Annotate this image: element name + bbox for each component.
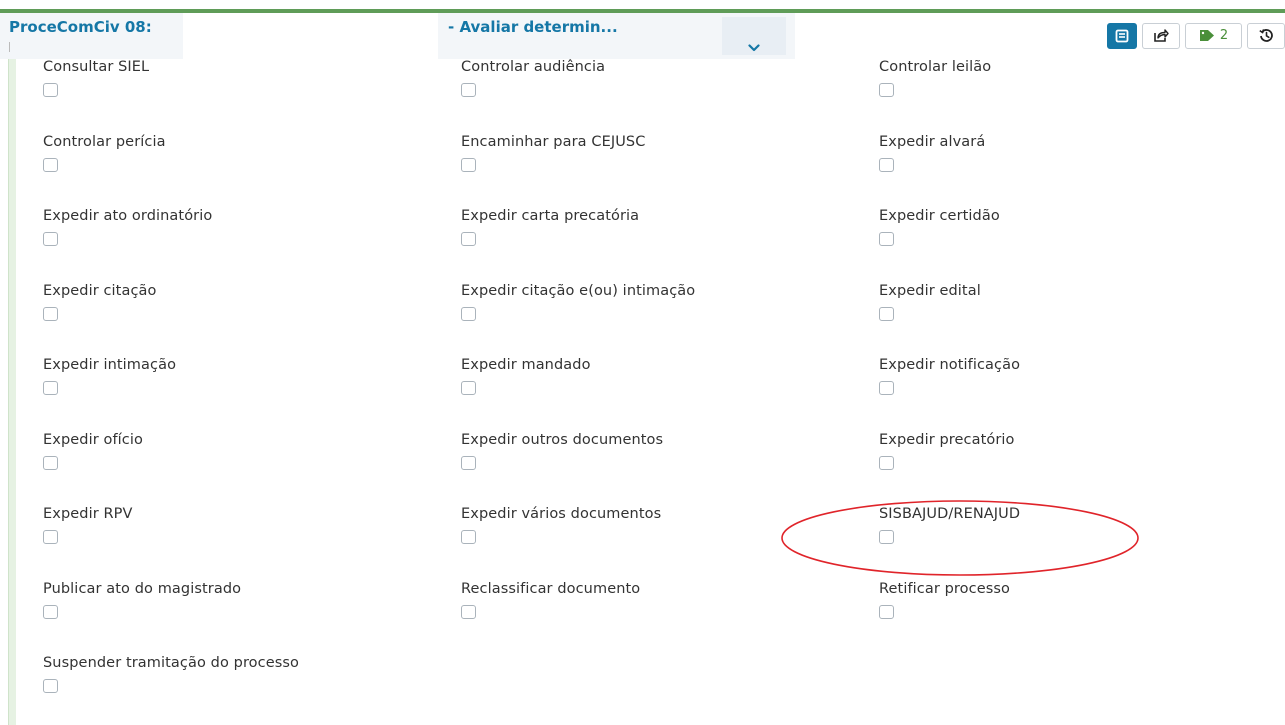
option-checkbox[interactable] (461, 307, 476, 321)
option-expedir-varios-documentos: Expedir vários documentos (461, 506, 841, 544)
option-checkbox[interactable] (461, 83, 476, 97)
option-label: Expedir ofício (43, 432, 143, 448)
option-expedir-rpv: Expedir RPV (43, 506, 423, 544)
option-checkbox[interactable] (879, 158, 894, 172)
history-button[interactable] (1247, 22, 1285, 49)
option-label: SISBAJUD/RENAJUD (879, 506, 1021, 522)
option-checkbox[interactable] (43, 158, 58, 172)
option-checkbox[interactable] (461, 381, 476, 395)
tags-button[interactable]: 2 (1185, 22, 1242, 49)
option-expedir-mandado: Expedir mandado (461, 357, 841, 395)
option-checkbox[interactable] (879, 605, 894, 619)
option-checkbox[interactable] (43, 456, 58, 470)
option-controlar-pericia: Controlar perícia (43, 134, 423, 172)
option-checkbox[interactable] (461, 158, 476, 172)
option-consultar-siel: Consultar SIEL (43, 59, 423, 97)
history-icon (1258, 29, 1273, 42)
option-expedir-precatorio: Expedir precatório (879, 432, 1259, 470)
option-publicar-ato-do-magistrado: Publicar ato do magistrado (43, 581, 423, 619)
share-button[interactable] (1142, 22, 1180, 49)
option-checkbox[interactable] (461, 605, 476, 619)
option-checkbox[interactable] (461, 232, 476, 246)
option-checkbox[interactable] (461, 530, 476, 544)
option-label: Expedir edital (879, 283, 981, 299)
redacted-area (183, 13, 438, 59)
option-expedir-citacao: Expedir citação (43, 283, 423, 321)
option-label: Retificar processo (879, 581, 1011, 597)
option-checkbox[interactable] (43, 381, 58, 395)
option-label: Controlar leilão (879, 59, 992, 75)
option-label: Expedir certidão (879, 208, 1000, 224)
task-title[interactable]: - Avaliar determin... (448, 18, 618, 36)
option-checkbox[interactable] (43, 530, 58, 544)
left-margin-bar (8, 59, 16, 725)
option-expedir-oficio: Expedir ofício (43, 432, 423, 470)
option-label: Consultar SIEL (43, 59, 150, 75)
option-label: Expedir outros documentos (461, 432, 664, 448)
option-label: Expedir citação e(ou) intimação (461, 283, 696, 299)
option-label: Expedir intimação (43, 357, 177, 373)
share-icon (1154, 29, 1169, 42)
option-reclassificar-documento: Reclassificar documento (461, 581, 841, 619)
expand-header-button[interactable] (722, 17, 786, 55)
option-expedir-carta-precatoria: Expedir carta precatória (461, 208, 841, 246)
option-expedir-alvara: Expedir alvará (879, 134, 1259, 172)
option-checkbox[interactable] (43, 83, 58, 97)
option-label: Expedir RPV (43, 506, 133, 522)
option-label: Reclassificar documento (461, 581, 641, 597)
option-encaminhar-para-cejusc: Encaminhar para CEJUSC (461, 134, 841, 172)
option-checkbox[interactable] (461, 456, 476, 470)
header-toolbar: 2 (1107, 21, 1285, 50)
tag-icon (1199, 30, 1214, 41)
option-checkbox[interactable] (879, 456, 894, 470)
option-checkbox[interactable] (43, 679, 58, 693)
option-checkbox[interactable] (43, 605, 58, 619)
option-checkbox[interactable] (43, 232, 58, 246)
option-label: Expedir notificação (879, 357, 1021, 373)
process-title[interactable]: ProceComCiv 08: (9, 18, 152, 36)
tags-count: 2 (1219, 28, 1229, 43)
option-label: Expedir mandado (461, 357, 591, 373)
chevron-down-icon (748, 44, 760, 52)
option-label: Expedir precatório (879, 432, 1015, 448)
option-label: Expedir alvará (879, 134, 986, 150)
option-expedir-outros-documentos: Expedir outros documentos (461, 432, 841, 470)
option-expedir-intimacao: Expedir intimação (43, 357, 423, 395)
option-label: Publicar ato do magistrado (43, 581, 242, 597)
option-checkbox[interactable] (43, 307, 58, 321)
option-label: Suspender tramitação do processo (43, 655, 300, 671)
option-label: Controlar perícia (43, 134, 166, 150)
document-icon (1115, 29, 1129, 42)
option-controlar-leilao: Controlar leilão (879, 59, 1259, 97)
option-checkbox[interactable] (879, 381, 894, 395)
option-checkbox[interactable] (879, 530, 894, 544)
option-label: Controlar audiência (461, 59, 606, 75)
option-expedir-edital: Expedir edital (879, 283, 1259, 321)
option-label: Expedir vários documentos (461, 506, 662, 522)
option-checkbox[interactable] (879, 232, 894, 246)
option-label: Expedir citação (43, 283, 157, 299)
option-expedir-notificacao: Expedir notificação (879, 357, 1259, 395)
option-controlar-audiencia: Controlar audiência (461, 59, 841, 97)
option-expedir-certidao: Expedir certidão (879, 208, 1259, 246)
option-label: Encaminhar para CEJUSC (461, 134, 646, 150)
option-retificar-processo: Retificar processo (879, 581, 1259, 619)
option-suspender-tramitacao-do-processo: Suspender tramitação do processo (43, 655, 423, 693)
header-divider (9, 42, 10, 52)
option-checkbox[interactable] (879, 83, 894, 97)
option-expedir-citacao-e-ou-intimacao: Expedir citação e(ou) intimação (461, 283, 841, 321)
option-label: Expedir carta precatória (461, 208, 640, 224)
option-label: Expedir ato ordinatório (43, 208, 213, 224)
option-checkbox[interactable] (879, 307, 894, 321)
option-expedir-ato-ordinatorio: Expedir ato ordinatório (43, 208, 423, 246)
option-sisbajud-renajud: SISBAJUD/RENAJUD (879, 506, 1259, 544)
details-button[interactable] (1107, 22, 1137, 49)
